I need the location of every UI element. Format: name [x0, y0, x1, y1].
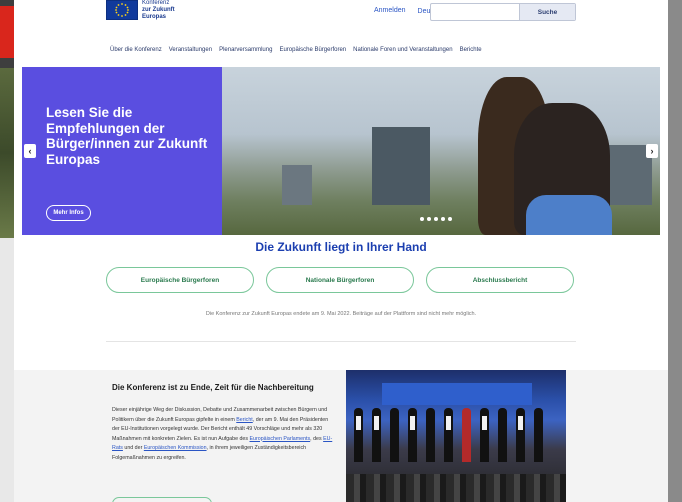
- event-person: [390, 408, 399, 462]
- logo-line-2: zur Zukunft: [142, 7, 175, 13]
- section-title: Die Zukunft liegt in Ihrer Hand: [255, 240, 427, 254]
- login-link[interactable]: Anmelden: [374, 7, 406, 15]
- hero-person-shirt: [526, 195, 612, 235]
- conclusion-text-part: , des: [310, 435, 324, 442]
- search-input[interactable]: [433, 6, 515, 18]
- search-box: Suche: [430, 3, 576, 21]
- national-citizens-panels-button[interactable]: Nationale Bürgerforen: [266, 267, 414, 293]
- carousel-dot[interactable]: [448, 217, 452, 221]
- carousel-dots: [420, 217, 452, 221]
- nav-item-ueber-die-konferenz[interactable]: Über die Konferenz: [110, 47, 162, 53]
- divider: [106, 341, 576, 342]
- european-parliament-link[interactable]: Europäischen Parlaments: [250, 436, 311, 442]
- carousel-next-button[interactable]: ›: [646, 144, 658, 158]
- logo-text: Konferenz zur Zukunft Europas: [142, 0, 175, 21]
- nav-item-plenarversammlung[interactable]: Plenarversammlung: [219, 47, 272, 53]
- european-commission-link[interactable]: Europäischen Kommission: [144, 445, 207, 451]
- background-pale-area: [0, 238, 14, 502]
- hero-carousel: Lesen Sie die Empfehlungen der Bürger/in…: [22, 67, 660, 235]
- event-document: [356, 416, 361, 430]
- hero-building: [372, 127, 430, 205]
- conference-ended-notice: Die Konferenz zur Zukunft Europas endete…: [205, 311, 477, 317]
- hero-image: [222, 67, 660, 235]
- event-person: [462, 408, 471, 462]
- conclusion-text: Dieser einjährige Weg der Diskussion, De…: [112, 406, 334, 463]
- final-report-button[interactable]: Abschlussbericht: [426, 267, 574, 293]
- more-info-button[interactable]: Mehr Infos: [46, 205, 91, 221]
- hero-title: Lesen Sie die Empfehlungen der Bürger/in…: [46, 105, 208, 167]
- carousel-dot[interactable]: [420, 217, 424, 221]
- eu-flag-icon: [106, 0, 138, 20]
- event-person: [498, 408, 507, 462]
- logo-line-3: Europas: [142, 14, 167, 20]
- european-citizens-panels-button[interactable]: Europäische Bürgerforen: [106, 267, 254, 293]
- event-person: [426, 408, 435, 462]
- conclusion-text-part: und der: [122, 445, 144, 451]
- event-photo: [346, 370, 566, 502]
- conclusion-title: Die Konferenz ist zu Ende, Zeit für die …: [112, 383, 314, 392]
- nav-item-berichte[interactable]: Berichte: [460, 47, 482, 53]
- chevron-left-icon: ‹: [28, 146, 32, 156]
- search-button[interactable]: Suche: [519, 4, 575, 20]
- logo-line-1: Konferenz: [142, 0, 170, 6]
- nav-item-nationale-foren[interactable]: Nationale Foren und Veranstaltungen: [353, 47, 452, 53]
- main-page: Konferenz zur Zukunft Europas Anmelden D…: [14, 0, 668, 502]
- carousel-dot[interactable]: [441, 217, 445, 221]
- background-red-block: [0, 6, 14, 58]
- conclusion-button[interactable]: [112, 497, 212, 502]
- main-nav: Über die Konferenz Veranstaltungen Plena…: [110, 47, 482, 53]
- event-document: [374, 416, 379, 430]
- report-link[interactable]: Bericht: [236, 417, 253, 423]
- background-page-left: [0, 0, 14, 502]
- hero-building-small: [282, 165, 312, 205]
- carousel-prev-button[interactable]: ‹: [24, 144, 36, 158]
- carousel-dot[interactable]: [434, 217, 438, 221]
- background-page-right: [668, 0, 682, 502]
- event-audience: [346, 474, 566, 502]
- event-document: [446, 416, 451, 430]
- nav-item-veranstaltungen[interactable]: Veranstaltungen: [169, 47, 212, 53]
- carousel-dot[interactable]: [427, 217, 431, 221]
- event-document: [482, 416, 487, 430]
- nav-item-europaeische-buergerforen[interactable]: Europäische Bürgerforen: [279, 47, 346, 53]
- conclusion-section: Die Konferenz ist zu Ende, Zeit für die …: [14, 370, 668, 502]
- event-document: [410, 416, 415, 430]
- event-document: [518, 416, 523, 430]
- chevron-right-icon: ›: [650, 146, 654, 156]
- hero-panel: Lesen Sie die Empfehlungen der Bürger/in…: [22, 67, 222, 235]
- event-person: [534, 408, 543, 462]
- background-photo: [0, 68, 14, 238]
- event-stage-screen: [382, 383, 532, 405]
- site-logo[interactable]: Konferenz zur Zukunft Europas: [106, 0, 186, 24]
